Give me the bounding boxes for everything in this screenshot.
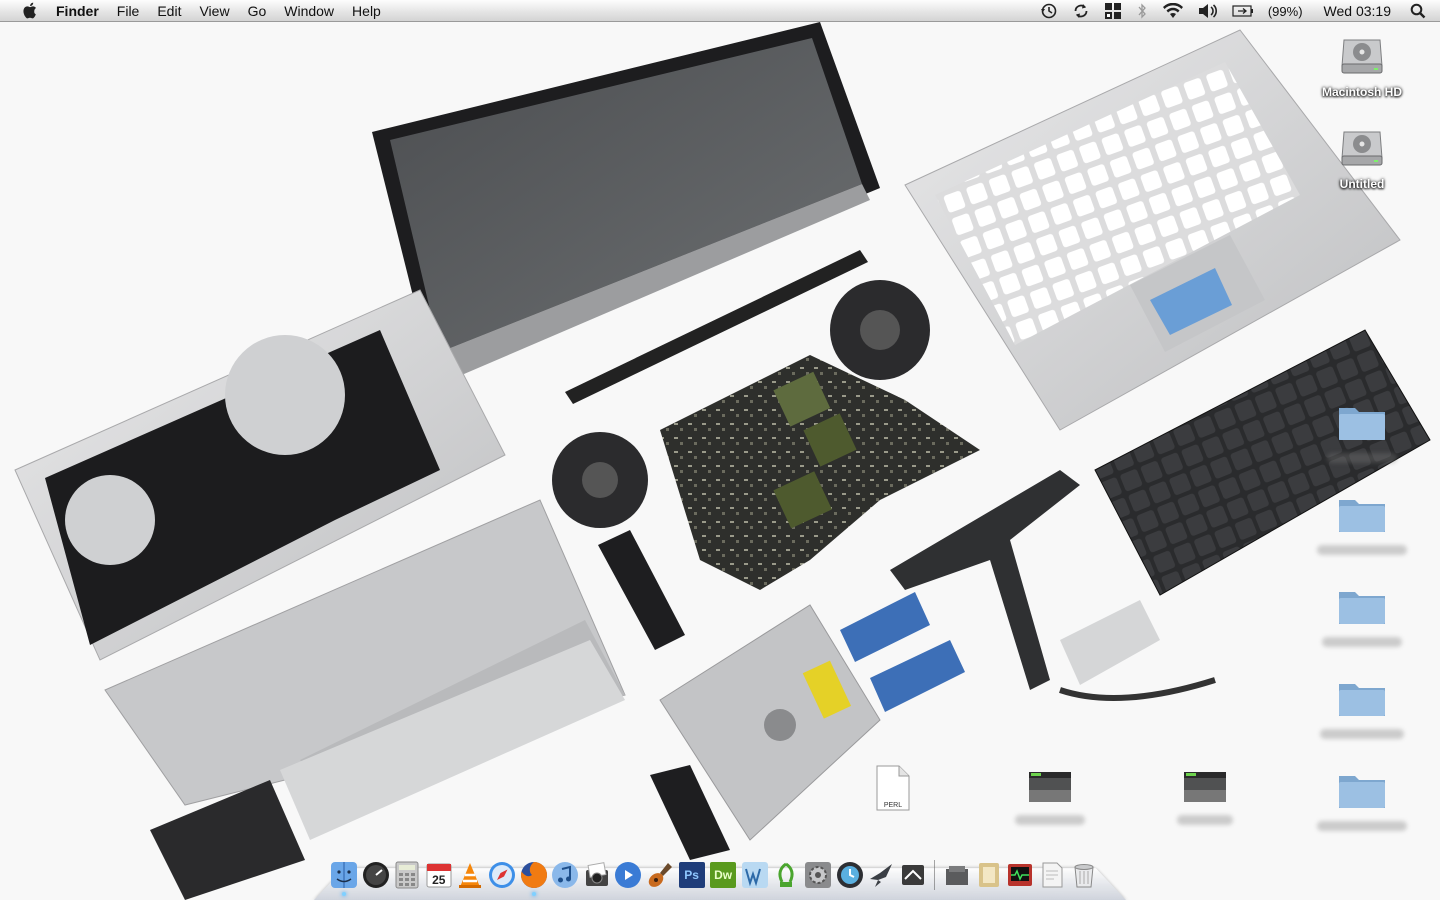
menu-file[interactable]: File xyxy=(108,0,149,22)
bluetooth-icon[interactable] xyxy=(1136,2,1148,20)
calculator-icon[interactable] xyxy=(393,860,421,890)
running-indicator xyxy=(531,892,536,896)
clock[interactable]: Wed 03:19 xyxy=(1324,3,1391,19)
trash-icon[interactable] xyxy=(1070,860,1098,890)
menu-edit[interactable]: Edit xyxy=(148,0,190,22)
system-preferences-icon[interactable] xyxy=(804,860,832,890)
disk-image-icon xyxy=(1029,772,1071,802)
iphoto-icon[interactable] xyxy=(583,860,611,890)
safari-icon[interactable] xyxy=(488,860,516,890)
app-menu-finder[interactable]: Finder xyxy=(52,0,108,22)
desktop-icon-untitled[interactable]: Untitled xyxy=(1317,122,1407,191)
documents-stack-icon[interactable] xyxy=(975,860,1003,890)
desktop-icon-folder[interactable] xyxy=(1317,402,1407,463)
dashboard-icon[interactable] xyxy=(362,860,390,890)
activity-monitor-icon[interactable] xyxy=(1006,860,1034,890)
vlc-icon[interactable] xyxy=(456,860,484,890)
volume-icon[interactable] xyxy=(1198,3,1218,19)
sync-icon[interactable] xyxy=(1072,2,1090,20)
menu-help[interactable]: Help xyxy=(343,0,390,22)
spaces-icon[interactable] xyxy=(1104,2,1122,20)
dreamweaver-icon[interactable]: Dw xyxy=(709,860,737,890)
photoshop-icon[interactable]: Ps xyxy=(678,860,706,890)
garageband-icon[interactable] xyxy=(646,860,674,890)
hard-drive-icon xyxy=(1341,39,1383,74)
downloads-stack-icon[interactable] xyxy=(1038,860,1066,890)
document-type-label: PERL xyxy=(883,802,903,809)
apple-menu-icon[interactable] xyxy=(18,2,40,19)
hard-drive-icon xyxy=(1341,131,1383,166)
applications-stack-icon[interactable] xyxy=(943,860,971,890)
app-green-icon[interactable] xyxy=(772,860,800,890)
desktop-icon-label-blur xyxy=(1177,815,1233,825)
folder-icon xyxy=(1339,408,1385,440)
battery-icon[interactable] xyxy=(1232,5,1254,17)
dock: 25 Ps Dw xyxy=(330,856,1101,896)
battery-percent: (99%) xyxy=(1267,3,1303,19)
desktop-icon-perl-document[interactable]: PERL xyxy=(848,764,938,817)
photoshop-label: Ps xyxy=(684,868,699,882)
desktop-icon-label-blur xyxy=(1322,637,1402,647)
app-ninja-icon[interactable] xyxy=(899,860,927,890)
disk-image-icon xyxy=(1184,772,1226,802)
desktop-icon-label-blur xyxy=(1327,453,1397,463)
folder-icon xyxy=(1339,592,1385,624)
ical-date: 25 xyxy=(432,873,446,887)
desktop-icon-label: Macintosh HD xyxy=(1321,85,1402,99)
desktop-icon-disk-image[interactable] xyxy=(1005,770,1095,825)
desktop-icon-folder[interactable] xyxy=(1317,586,1407,647)
spotlight-icon[interactable] xyxy=(1410,3,1426,19)
folder-icon xyxy=(1339,684,1385,716)
desktop-icon-folder[interactable] xyxy=(1317,494,1407,555)
desktop-icon-label-blur xyxy=(1015,815,1085,825)
desktop-icon-folder[interactable] xyxy=(1317,678,1407,739)
folder-icon xyxy=(1339,500,1385,532)
menu-go[interactable]: Go xyxy=(239,0,276,22)
time-machine-icon[interactable] xyxy=(1040,2,1058,20)
firefox-icon[interactable] xyxy=(520,860,548,896)
finder-icon[interactable] xyxy=(330,860,358,896)
menu-bar: Finder File Edit View Go Window Help (99… xyxy=(0,0,1440,22)
menu-extras: (99%) Wed 03:19 xyxy=(1033,0,1440,22)
imovie-icon[interactable] xyxy=(614,860,642,890)
desktop-icon-label-blur xyxy=(1317,545,1407,555)
menu-window[interactable]: Window xyxy=(275,0,343,22)
running-indicator xyxy=(342,892,346,896)
desktop-icon-disk-image[interactable] xyxy=(1160,770,1250,825)
desktop-icon-folder[interactable] xyxy=(1317,770,1407,831)
desktop-icon-label-blur xyxy=(1317,821,1407,831)
desktop-icon-label: Untitled xyxy=(1339,177,1385,191)
time-machine-dock-icon[interactable] xyxy=(836,860,864,890)
desktop-icon-macintosh-hd[interactable]: Macintosh HD xyxy=(1317,30,1407,99)
dock-separator xyxy=(934,860,936,890)
desktop-wallpaper xyxy=(0,22,1440,900)
wordpress-icon[interactable] xyxy=(741,860,769,890)
menu-view[interactable]: View xyxy=(190,0,238,22)
desktop-icon-label-blur xyxy=(1320,729,1404,739)
app-bird-icon[interactable] xyxy=(867,860,895,890)
itunes-icon[interactable] xyxy=(551,860,579,890)
folder-icon xyxy=(1339,776,1385,808)
dreamweaver-label: Dw xyxy=(714,868,733,882)
wifi-icon[interactable] xyxy=(1162,3,1184,19)
ical-icon[interactable]: 25 xyxy=(425,860,453,890)
